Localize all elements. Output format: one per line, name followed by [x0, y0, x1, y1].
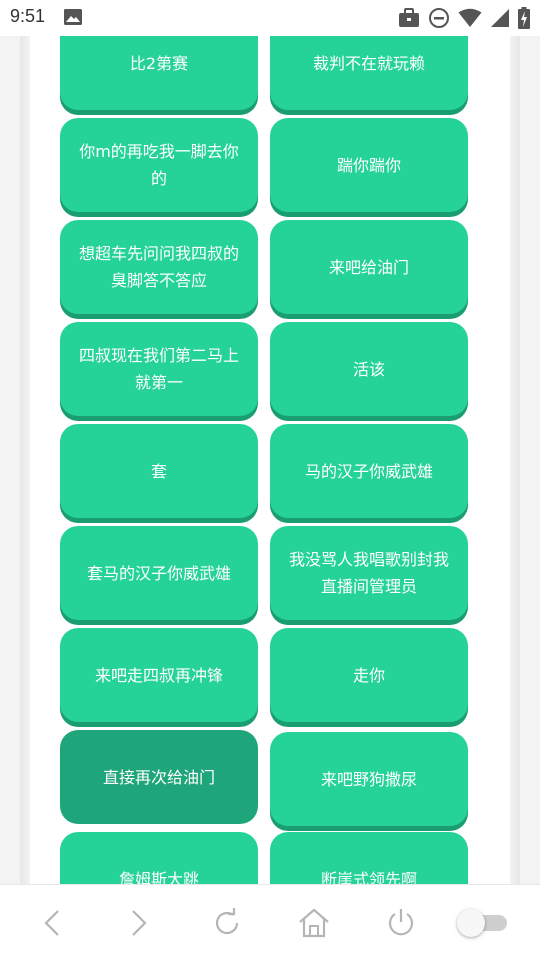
sound-button[interactable]: 走你 [270, 628, 468, 722]
forward-arrow-icon[interactable] [127, 907, 151, 943]
sound-button[interactable]: 比2第赛 [60, 36, 258, 110]
home-icon[interactable] [297, 907, 331, 943]
signal-icon [490, 8, 510, 32]
wifi-icon [458, 8, 482, 32]
bottom-nav-bar [0, 884, 540, 961]
back-arrow-icon[interactable] [40, 907, 64, 943]
sound-button[interactable]: 直接再次给油门 [60, 730, 258, 824]
toggle-switch[interactable] [457, 909, 509, 937]
sound-button[interactable]: 我没骂人我唱歌别封我直播间管理员 [270, 526, 468, 620]
sound-button[interactable]: 马的汉子你威武雄 [270, 424, 468, 518]
sound-button[interactable]: 踹你踹你 [270, 118, 468, 212]
do-not-disturb-icon [428, 7, 450, 33]
status-icons [398, 7, 530, 33]
sound-button[interactable]: 来吧走四叔再冲锋 [60, 628, 258, 722]
toggle-knob [457, 909, 485, 937]
sound-button[interactable]: 四叔现在我们第二马上就第一 [60, 322, 258, 416]
sound-board-page[interactable]: 比2第赛 裁判不在就玩赖 你m的再吃我一脚去你的 踹你踹你 想超车先问问我四叔的臭脚答不… [30, 36, 510, 884]
sound-button[interactable]: 裁判不在就玩赖 [270, 36, 468, 110]
sound-button[interactable]: 詹姆斯大跳 [60, 832, 258, 884]
sound-button[interactable]: 套马的汉子你威武雄 [60, 526, 258, 620]
sound-button[interactable]: 活该 [270, 322, 468, 416]
sound-button[interactable]: 断崖式领先啊 [270, 832, 468, 884]
reload-icon[interactable] [211, 907, 243, 943]
sound-button[interactable]: 想超车先问问我四叔的臭脚答不答应 [60, 220, 258, 314]
status-bar: 9:51 [0, 0, 540, 36]
status-time: 9:51 [10, 6, 46, 26]
sound-button[interactable]: 来吧给油门 [270, 220, 468, 314]
power-icon[interactable] [385, 907, 417, 943]
sound-button[interactable]: 你m的再吃我一脚去你的 [60, 118, 258, 212]
battery-charging-icon [518, 7, 530, 33]
sound-button[interactable]: 来吧野狗撒尿 [270, 732, 468, 826]
sound-button[interactable]: 套 [60, 424, 258, 518]
briefcase-icon [398, 8, 420, 32]
image-icon [63, 8, 83, 30]
